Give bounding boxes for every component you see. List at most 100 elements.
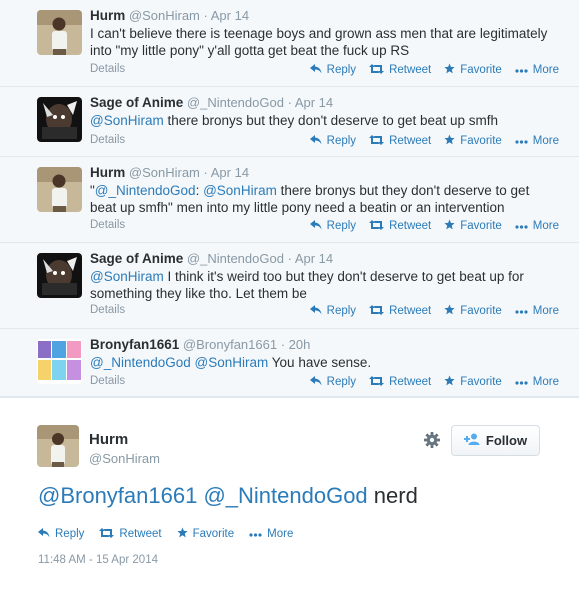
retweet-label: Retweet [389, 376, 432, 388]
ellipsis-icon [515, 305, 528, 317]
author-name[interactable]: Sage of Anime [90, 251, 183, 266]
tweet-text: "@_NintendoGod: @SonHiram there bronys b… [90, 182, 559, 216]
reply-label: Reply [326, 64, 357, 76]
reply-action[interactable]: Reply [309, 63, 357, 77]
favorite-action[interactable]: Favorite [444, 219, 502, 233]
reply-icon [309, 375, 322, 389]
retweet-action[interactable]: Retweet [369, 219, 431, 233]
retweet-label: Retweet [389, 305, 432, 317]
ellipsis-icon [515, 64, 528, 76]
mention-link[interactable]: @SonHiram [90, 269, 164, 284]
gear-icon[interactable] [423, 431, 441, 449]
favorite-action[interactable]: Favorite [177, 527, 234, 541]
tweet-header: Sage of Anime @_NintendoGod · Apr 14 [90, 95, 559, 110]
tweet-text: @_NintendoGod @SonHiram You have sense. [90, 354, 559, 371]
retweet-icon [99, 527, 115, 541]
avatar[interactable] [37, 253, 82, 298]
avatar[interactable] [37, 97, 82, 142]
reply-action[interactable]: Reply [309, 219, 357, 233]
tweet-timestamp[interactable]: Apr 14 [211, 165, 249, 180]
more-action[interactable]: More [515, 304, 559, 318]
author-name[interactable]: Bronyfan1661 [90, 337, 179, 352]
tweet-header: Hurm @SonHiram · Apr 14 [90, 165, 559, 180]
tweet-content: Sage of Anime @_NintendoGod · Apr 14 @Son… [90, 95, 559, 129]
permalink-author-name[interactable]: Hurm [89, 431, 128, 448]
favorite-action[interactable]: Favorite [444, 63, 502, 77]
favorite-label: Favorite [460, 305, 502, 317]
details-link[interactable]: Details [90, 219, 125, 231]
author-name[interactable]: Hurm [90, 8, 125, 23]
details-link[interactable]: Details [90, 375, 125, 387]
reply-label: Reply [326, 220, 357, 232]
reply-label: Reply [326, 376, 357, 388]
mention-link[interactable]: @_NintendoGod [203, 483, 367, 508]
more-action[interactable]: More [515, 219, 559, 233]
reply-action[interactable]: Reply [38, 527, 84, 541]
tweet-timestamp[interactable]: Apr 14 [295, 251, 333, 266]
separator-dot: · [203, 8, 208, 23]
more-action[interactable]: More [515, 63, 559, 77]
avatar[interactable] [37, 425, 79, 467]
tweet-actions: Reply Retweet Favorite More [309, 134, 559, 148]
author-handle[interactable]: @_NintendoGod [187, 251, 284, 266]
favorite-action[interactable]: Favorite [444, 375, 502, 389]
retweet-action[interactable]: Retweet [99, 527, 162, 541]
author-handle[interactable]: @Bronyfan1661 [183, 337, 277, 352]
mention-link[interactable]: @SonHiram [90, 113, 164, 128]
tweet-text: I can't believe there is teenage boys an… [90, 25, 559, 59]
tweet-timestamp[interactable]: 20h [289, 337, 311, 352]
separator-dot: · [280, 337, 286, 352]
retweet-action[interactable]: Retweet [369, 63, 431, 77]
tweet-text-fragment: nerd [367, 483, 418, 508]
reply-action[interactable]: Reply [309, 134, 356, 148]
retweet-icon [369, 219, 385, 233]
more-action[interactable]: More [515, 134, 559, 148]
retweet-action[interactable]: Retweet [369, 375, 431, 389]
more-label: More [532, 305, 559, 317]
author-name[interactable]: Sage of Anime [90, 95, 183, 110]
mention-link[interactable]: @SonHiram [195, 355, 269, 370]
avatar[interactable] [37, 167, 82, 212]
mention-link[interactable]: @SonHiram [203, 183, 277, 198]
follow-button[interactable]: Follow [451, 425, 540, 456]
tweet-timestamp[interactable]: Apr 14 [211, 8, 249, 23]
reply-label: Reply [55, 528, 85, 540]
star-icon [444, 304, 455, 318]
tweet-timestamp[interactable]: Apr 14 [295, 95, 333, 110]
tweet-text: @SonHiram there bronys but they don't de… [90, 112, 559, 129]
tweet-content: Sage of Anime @_NintendoGod · Apr 14 @Son… [90, 251, 559, 302]
retweet-action[interactable]: Retweet [369, 134, 431, 148]
permalink-author-handle[interactable]: @SonHiram [89, 451, 160, 466]
details-link[interactable]: Details [90, 304, 125, 316]
tweet-item: Hurm @SonHiram · Apr 14 "@_NintendoGod: @… [0, 157, 579, 243]
author-handle[interactable]: @SonHiram [129, 165, 200, 180]
retweet-icon [369, 375, 385, 389]
more-action[interactable]: More [515, 375, 559, 389]
star-icon [444, 63, 455, 77]
mention-link[interactable]: @_NintendoGod [95, 183, 196, 198]
author-handle[interactable]: @_NintendoGod [187, 95, 284, 110]
details-link[interactable]: Details [90, 134, 125, 146]
favorite-action[interactable]: Favorite [444, 304, 502, 318]
favorite-label: Favorite [460, 135, 502, 147]
tweet-item: Bronyfan1661 @Bronyfan1661 · 20h @_Ninten… [0, 329, 579, 397]
permalink-timestamp[interactable]: 11:48 AM - 15 Apr 2014 [38, 554, 158, 566]
avatar[interactable] [37, 339, 82, 384]
author-handle[interactable]: @SonHiram [129, 8, 200, 23]
reply-action[interactable]: Reply [309, 304, 356, 318]
mention-link[interactable]: @_NintendoGod [90, 355, 191, 370]
ellipsis-icon [249, 528, 262, 540]
tweet-header: Sage of Anime @_NintendoGod · Apr 14 [90, 251, 559, 266]
ellipsis-icon [515, 220, 528, 232]
retweet-action[interactable]: Retweet [369, 304, 431, 318]
more-action[interactable]: More [249, 527, 293, 541]
details-link[interactable]: Details [90, 63, 125, 75]
reply-action[interactable]: Reply [309, 375, 357, 389]
reply-icon [309, 134, 322, 148]
reply-icon [309, 219, 322, 233]
favorite-action[interactable]: Favorite [444, 134, 502, 148]
retweet-icon [369, 63, 385, 77]
mention-link[interactable]: @Bronyfan1661 [38, 483, 197, 508]
avatar[interactable] [37, 10, 82, 55]
author-name[interactable]: Hurm [90, 165, 125, 180]
